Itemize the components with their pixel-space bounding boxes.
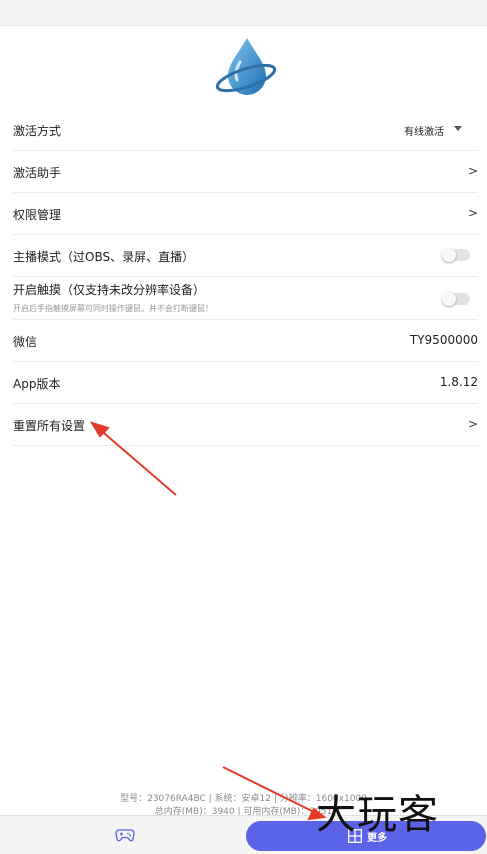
activation-mode-select[interactable]: 有线激活 — [404, 123, 444, 138]
enable-touch-description: 开启后手指触摸屏幕可同时操作键鼠，并不会打断键鼠！ — [13, 304, 213, 313]
chevron-right-icon[interactable]: > — [468, 206, 478, 220]
activation-mode-label: 激活方式 — [13, 124, 62, 138]
activation-helper-row[interactable]: 激活助手 > — [13, 151, 478, 193]
settings-list: 激活方式 有线激活 激活助手 > 权限管理 > 主播模式（过OBS、录屏、直播）… — [13, 109, 478, 446]
streamer-mode-row: 主播模式（过OBS、录屏、直播） — [13, 235, 478, 277]
wechat-label: 微信 — [13, 335, 38, 349]
permission-management-label: 权限管理 — [13, 208, 62, 222]
reset-all-label: 重置所有设置 — [13, 419, 86, 433]
reset-all-row[interactable]: 重置所有设置 > — [13, 404, 478, 446]
streamer-mode-toggle[interactable] — [442, 248, 470, 262]
status-bar — [0, 0, 487, 26]
gamepad-icon[interactable] — [115, 828, 135, 842]
toggle-knob — [442, 292, 456, 306]
enable-touch-label: 开启触摸（仅支持未改分辨率设备） — [13, 283, 206, 297]
app-version-label: App版本 — [13, 377, 61, 391]
activation-helper-label: 激活助手 — [13, 166, 62, 180]
enable-touch-row: 开启触摸（仅支持未改分辨率设备） 开启后手指触摸屏幕可同时操作键鼠，并不会打断键… — [13, 277, 478, 320]
app-logo — [215, 38, 277, 95]
chevron-right-icon[interactable]: > — [468, 164, 478, 178]
activation-mode-row[interactable]: 激活方式 有线激活 — [13, 109, 478, 151]
wechat-row: 微信 TY9500000 — [13, 320, 478, 362]
permission-management-row[interactable]: 权限管理 > — [13, 193, 478, 235]
watermark-text: 大玩客 — [316, 792, 439, 838]
app-version-value: 1.8.12 — [439, 375, 478, 389]
streamer-mode-label: 主播模式（过OBS、录屏、直播） — [13, 250, 195, 264]
app-version-row: App版本 1.8.12 — [13, 362, 478, 404]
toggle-knob — [442, 248, 456, 262]
chevron-down-icon[interactable] — [454, 126, 462, 131]
enable-touch-toggle[interactable] — [442, 292, 470, 306]
chevron-right-icon[interactable]: > — [468, 417, 478, 431]
wechat-value: TY9500000 — [409, 333, 478, 347]
